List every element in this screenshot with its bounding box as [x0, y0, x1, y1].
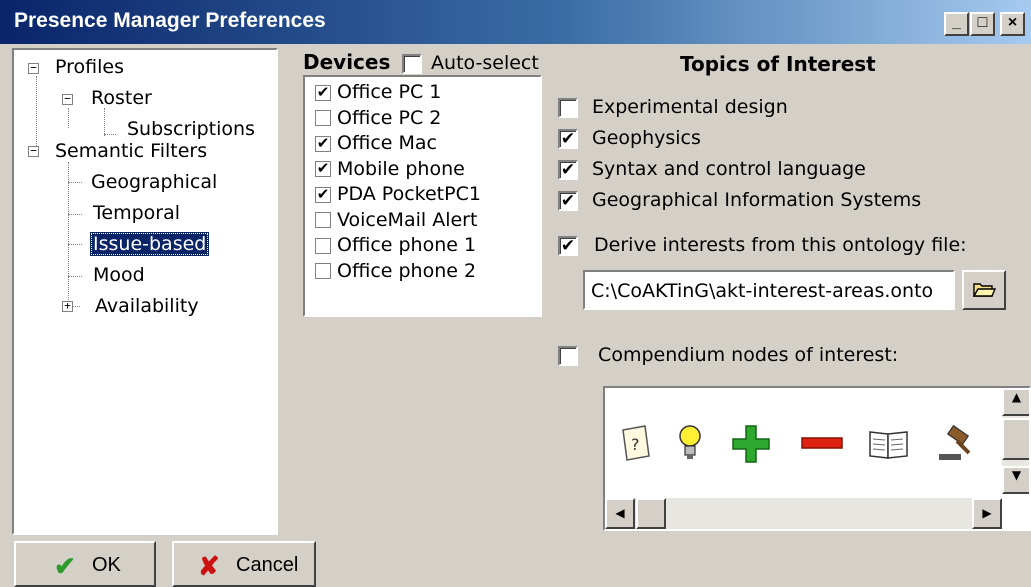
device-label: Office phone 2 — [337, 259, 477, 282]
topic-label: Syntax and control language — [592, 158, 866, 180]
devices-list[interactable]: ✔ Office PC 1 Office PC 2 ✔ Office Mac ✔ Mobil… — [303, 75, 542, 317]
tree-item-profiles[interactable]: Profiles — [52, 56, 127, 78]
topic-checkbox[interactable] — [558, 97, 578, 118]
svg-text:?: ? — [631, 435, 640, 454]
device-item[interactable]: ✔ PDA PocketPC1 — [315, 183, 481, 205]
device-item[interactable]: VoiceMail Alert — [315, 209, 477, 231]
tree-item-issue-based[interactable]: Issue-based — [90, 232, 210, 256]
collapse-semantic-filters-icon[interactable]: − — [28, 145, 39, 157]
ok-button-label: OK — [92, 554, 121, 576]
topic-item[interactable]: ✔ Geophysics — [558, 127, 701, 149]
device-checkbox[interactable] — [315, 237, 331, 254]
con-minus-icon[interactable] — [801, 436, 843, 452]
derive-interests-label: Derive interests from this ontology file… — [594, 234, 967, 256]
auto-select-box[interactable] — [402, 53, 422, 74]
tree-item-subscriptions[interactable]: Subscriptions — [124, 118, 258, 140]
device-item[interactable]: ✔ Mobile phone — [315, 158, 465, 180]
browse-folder-button[interactable] — [962, 270, 1006, 310]
tree-item-mood[interactable]: Mood — [90, 264, 148, 286]
device-label: VoiceMail Alert — [337, 208, 478, 231]
topic-checkbox[interactable]: ✔ — [558, 159, 578, 180]
device-checkbox[interactable]: ✔ — [315, 84, 331, 101]
cancel-button[interactable]: ✘ Cancel — [172, 541, 316, 587]
device-label: Office PC 1 — [337, 81, 442, 103]
horizontal-scrollbar[interactable]: ◀ ▶ — [605, 498, 1002, 529]
compendium-box[interactable] — [558, 345, 578, 366]
scroll-down-icon[interactable]: ▼ — [1002, 466, 1029, 494]
tree-item-temporal[interactable]: Temporal — [90, 202, 183, 224]
device-checkbox[interactable] — [315, 110, 331, 126]
device-checkbox[interactable]: ✔ — [315, 186, 331, 203]
close-button[interactable]: × — [1000, 12, 1025, 36]
device-item[interactable]: Office phone 1 — [315, 234, 476, 256]
title-bar[interactable]: Presence Manager Preferences _ □ × — [0, 0, 1031, 44]
cancel-x-icon: ✘ — [198, 551, 220, 581]
topic-item[interactable]: ✔ Geographical Information Systems — [558, 189, 921, 211]
topic-checkbox[interactable]: ✔ — [558, 128, 578, 149]
question-node-icon[interactable]: ? — [619, 424, 653, 464]
window-title: Presence Manager Preferences — [14, 9, 326, 32]
topics-heading: Topics of Interest — [680, 52, 876, 76]
derive-interests-box[interactable]: ✔ — [558, 235, 578, 256]
ok-check-icon: ✔ — [54, 551, 76, 581]
scroll-left-icon[interactable]: ◀ — [605, 498, 635, 529]
topic-item[interactable]: ✔ Syntax and control language — [558, 158, 866, 180]
compendium-nodes-panel[interactable]: ? ▲ ▼ ◀ ▶ — [603, 386, 1031, 531]
device-checkbox[interactable]: ✔ — [315, 135, 331, 152]
scroll-right-icon[interactable]: ▶ — [972, 498, 1002, 529]
device-checkbox[interactable] — [315, 263, 331, 279]
compendium-label: Compendium nodes of interest: — [598, 344, 899, 366]
ok-button[interactable]: ✔ OK — [14, 541, 156, 587]
tree-item-roster[interactable]: Roster — [88, 87, 155, 109]
topic-item[interactable]: Experimental design — [558, 96, 788, 118]
decision-gavel-icon[interactable] — [935, 424, 979, 464]
collapse-roster-icon[interactable]: − — [62, 93, 73, 105]
auto-select-checkbox[interactable]: Auto-select — [402, 52, 539, 74]
minimize-button[interactable]: _ — [944, 12, 969, 36]
topic-checkbox[interactable]: ✔ — [558, 190, 578, 211]
collapse-profiles-icon[interactable]: − — [28, 62, 39, 74]
tree-item-availability[interactable]: Availability — [92, 295, 202, 317]
device-item[interactable]: ✔ Office Mac — [315, 132, 437, 154]
device-label: PDA PocketPC1 — [337, 183, 481, 205]
compendium-checkbox[interactable]: Compendium nodes of interest: — [558, 344, 898, 366]
pro-plus-icon[interactable] — [731, 424, 771, 464]
tree-item-geographical[interactable]: Geographical — [88, 171, 220, 193]
open-folder-icon — [972, 283, 997, 297]
device-label: Office Mac — [337, 132, 437, 154]
device-item[interactable]: Office PC 2 — [315, 107, 441, 129]
device-checkbox[interactable] — [315, 212, 331, 228]
auto-select-label: Auto-select — [431, 52, 539, 74]
idea-lightbulb-icon[interactable] — [675, 422, 705, 466]
cancel-button-label: Cancel — [236, 554, 299, 576]
vertical-scroll-thumb[interactable] — [1002, 418, 1029, 460]
ontology-path-input[interactable]: C:\CoAKTinG\akt-interest-areas.onto — [583, 270, 955, 310]
device-checkbox[interactable]: ✔ — [315, 161, 331, 177]
topic-label: Experimental design — [592, 96, 788, 118]
topic-label: Geographical Information Systems — [592, 189, 922, 211]
tree-item-semantic-filters[interactable]: Semantic Filters — [52, 140, 210, 162]
device-label: Mobile phone — [337, 157, 465, 180]
vertical-scrollbar[interactable]: ▲ ▼ — [1002, 388, 1029, 494]
expand-availability-icon[interactable]: + — [62, 300, 73, 312]
topic-label: Geophysics — [592, 127, 701, 149]
maximize-button[interactable]: □ — [970, 12, 995, 36]
device-label: Office phone 1 — [337, 234, 477, 256]
preferences-window: Presence Manager Preferences _ □ × − Pro… — [0, 0, 1031, 587]
horizontal-scroll-thumb[interactable] — [636, 498, 666, 529]
derive-interests-checkbox[interactable]: ✔ Derive interests from this ontology fi… — [558, 234, 967, 256]
devices-heading: Devices — [303, 50, 391, 74]
device-item[interactable]: ✔ Office PC 1 — [315, 81, 441, 103]
device-item[interactable]: Office phone 2 — [315, 260, 476, 282]
reference-book-icon[interactable] — [867, 426, 911, 462]
device-label: Office PC 2 — [337, 106, 442, 129]
scroll-up-icon[interactable]: ▲ — [1002, 388, 1029, 416]
settings-tree[interactable]: − Profiles − Roster Subscriptions − Sema… — [12, 48, 278, 535]
